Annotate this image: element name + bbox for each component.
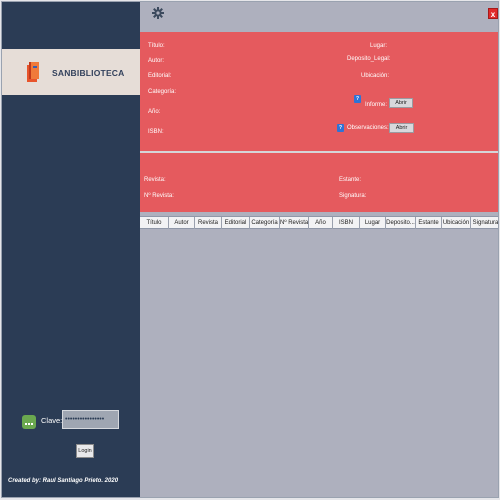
column-header-deposito[interactable]: Deposito... xyxy=(386,217,416,229)
editorial-label: Editorial: xyxy=(148,73,172,79)
categoria-label: Categoría: xyxy=(148,89,177,95)
brand-band: SANBIBLIOTECA xyxy=(2,49,140,95)
titulo-label: Título: xyxy=(148,43,165,49)
password-icon xyxy=(22,415,36,429)
informe-abrir-button[interactable]: Abrir xyxy=(389,98,413,108)
isbn-label: ISBN: xyxy=(148,129,164,135)
credits-text: Created by: Raul Santiago Prieto. 2020 xyxy=(8,478,119,484)
app-window: SANBIBLIOTECA Clave: •••••••••••••••• Lo… xyxy=(1,1,499,498)
column-header-lugar[interactable]: Lugar xyxy=(360,217,386,229)
top-bar: x xyxy=(140,2,498,32)
estante-label: Estante: xyxy=(339,177,362,183)
column-header-n-revista[interactable]: Nº Revista xyxy=(280,217,309,229)
column-header-revista[interactable]: Revista xyxy=(195,217,222,229)
column-header-autor[interactable]: Autor xyxy=(169,217,195,229)
sidebar: SANBIBLIOTECA Clave: •••••••••••••••• Lo… xyxy=(2,2,140,497)
observaciones-label: Observaciones: xyxy=(347,125,389,131)
column-header-titulo[interactable]: Título xyxy=(140,217,169,229)
autor-label: Autor: xyxy=(148,58,165,64)
column-header-ubicacion[interactable]: Ubicación xyxy=(442,217,471,229)
signatura-label: Signatura: xyxy=(339,193,367,199)
column-header-anio[interactable]: Año xyxy=(309,217,333,229)
ubicacion-label: Ubicación: xyxy=(361,73,390,79)
observaciones-abrir-button[interactable]: Abrir xyxy=(389,123,414,133)
results-table-header: Título Autor Revista Editorial Categoría… xyxy=(140,216,498,229)
column-header-editorial[interactable]: Editorial xyxy=(222,217,250,229)
deposito-legal-label: Deposito_Legal: xyxy=(347,56,391,62)
close-button[interactable]: x xyxy=(488,8,498,19)
observaciones-help-icon[interactable]: ? xyxy=(337,124,344,132)
app-title: SANBIBLIOTECA xyxy=(52,68,125,78)
column-header-isbn[interactable]: ISBN xyxy=(333,217,360,229)
column-header-categoria[interactable]: Categoría xyxy=(250,217,280,229)
column-header-estante[interactable]: Estante xyxy=(416,217,442,229)
book-icon xyxy=(27,62,39,82)
lugar-label: Lugar: xyxy=(370,43,388,49)
form-divider xyxy=(140,151,498,153)
login-button[interactable]: Login xyxy=(76,444,94,458)
informe-label: Informe: xyxy=(365,102,388,108)
anio-label: Año: xyxy=(148,109,161,115)
informe-help-icon[interactable]: ? xyxy=(354,95,361,103)
column-header-signatura[interactable]: Signatura xyxy=(471,217,498,229)
n-revista-label: Nº Revista: xyxy=(144,193,174,199)
password-field[interactable]: •••••••••••••••• xyxy=(62,410,119,429)
gear-icon[interactable] xyxy=(152,7,164,19)
clave-label: Clave: xyxy=(41,416,63,425)
main-area: x Título: Autor: Editorial: Categoría: A… xyxy=(140,2,498,497)
revista-label: Revista: xyxy=(144,177,166,183)
book-form-panel: Título: Autor: Editorial: Categoría: Año… xyxy=(140,32,498,212)
